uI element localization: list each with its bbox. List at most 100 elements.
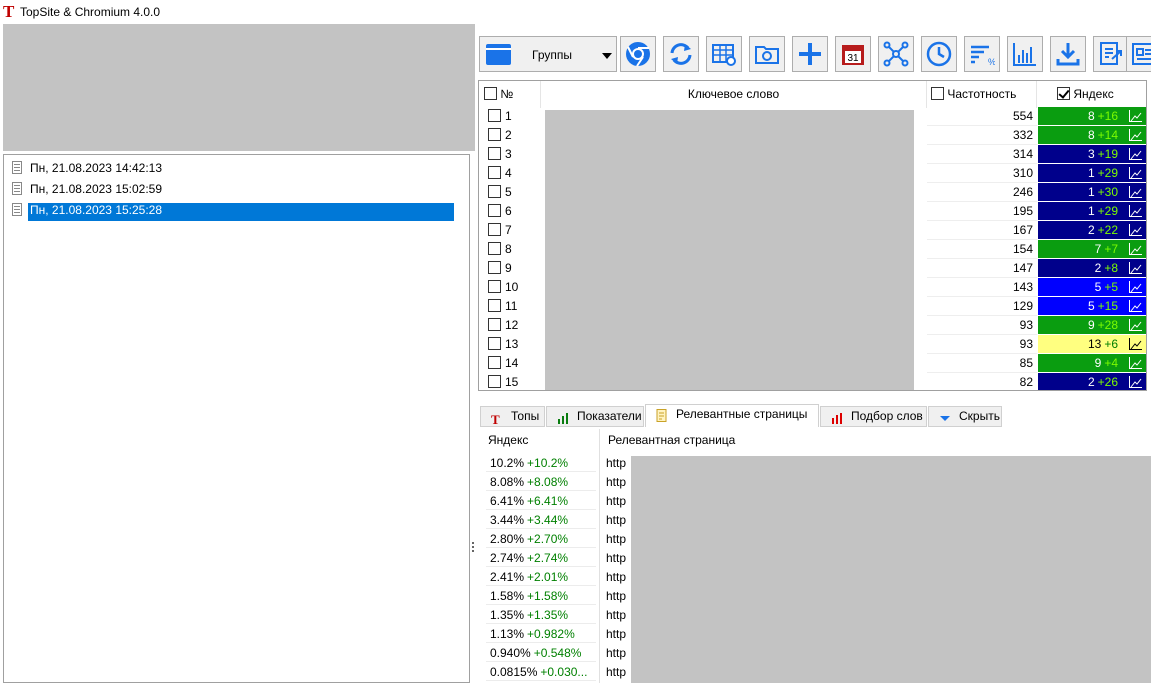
tab-2[interactable]: Показатели [546, 406, 644, 427]
row-yandex-position[interactable]: 13 +6 [1038, 335, 1146, 353]
groups-icon [486, 44, 511, 65]
row-frequency: 167 [927, 221, 1037, 240]
yandex-checkbox[interactable] [1057, 87, 1070, 101]
chart-button[interactable] [1007, 36, 1043, 72]
row-yandex-position[interactable]: 3 +19 [1038, 145, 1146, 163]
tab-1[interactable]: T Топы [480, 406, 545, 427]
row-number-label: 9 [505, 261, 512, 275]
layout-button[interactable] [1126, 36, 1151, 72]
keywords-table: № Ключевое слово Частотность Яндекс 1 554… [478, 80, 1147, 391]
tab-5[interactable]: Скрыть [928, 406, 1002, 427]
row-yandex-position[interactable]: 9 +4 [1038, 354, 1146, 372]
row-checkbox[interactable] [488, 109, 501, 123]
row-checkbox[interactable] [488, 242, 501, 256]
row-yandex-position[interactable]: 2 +22 [1038, 221, 1146, 239]
relevant-url[interactable]: http [606, 532, 626, 546]
relevant-url[interactable]: http [606, 646, 626, 660]
row-checkbox[interactable] [488, 337, 501, 351]
relevant-url[interactable]: http [606, 627, 626, 641]
relevance-delta: +1.35% [527, 608, 569, 622]
history-list[interactable]: Пн, 21.08.2023 14:42:13 Пн, 21.08.2023 15… [3, 154, 470, 683]
relevant-url[interactable]: http [606, 513, 626, 527]
trend-chart-icon[interactable] [1129, 300, 1142, 312]
row-checkbox[interactable] [488, 185, 501, 199]
row-checkbox[interactable] [488, 204, 501, 218]
trend-chart-icon[interactable] [1129, 281, 1142, 293]
folder-settings-button[interactable] [749, 36, 785, 72]
row-yandex-position[interactable]: 8 +16 [1038, 107, 1146, 125]
row-checkbox[interactable] [488, 166, 501, 180]
row-yandex-position[interactable]: 1 +29 [1038, 164, 1146, 182]
frequency-checkbox[interactable] [931, 87, 944, 101]
history-item[interactable]: Пн, 21.08.2023 15:25:28 [12, 201, 454, 221]
row-checkbox[interactable] [488, 280, 501, 294]
trend-chart-icon[interactable] [1129, 243, 1142, 255]
row-checkbox[interactable] [488, 147, 501, 161]
row-yandex-position[interactable]: 8 +14 [1038, 126, 1146, 144]
trend-chart-icon[interactable] [1129, 338, 1142, 350]
header-yandex[interactable]: Яндекс [1037, 81, 1146, 108]
relevant-url[interactable]: http [606, 589, 626, 603]
row-checkbox[interactable] [488, 261, 501, 275]
history-item-label: Пн, 21.08.2023 15:02:59 [30, 182, 163, 196]
row-checkbox[interactable] [488, 356, 501, 370]
relevant-url[interactable]: http [606, 665, 626, 679]
groups-dropdown[interactable]: Группы [479, 36, 617, 72]
relevant-url[interactable]: http [606, 570, 626, 584]
calendar-button[interactable]: 31 [835, 36, 871, 72]
relevant-url[interactable]: http [606, 494, 626, 508]
trend-chart-icon[interactable] [1129, 167, 1142, 179]
trend-chart-icon[interactable] [1129, 129, 1142, 141]
relevant-url[interactable]: http [606, 551, 626, 565]
history-item[interactable]: Пн, 21.08.2023 15:02:59 [12, 180, 452, 199]
row-checkbox[interactable] [488, 223, 501, 237]
header-num[interactable]: № [479, 81, 541, 108]
row-yandex-position[interactable]: 2 +8 [1038, 259, 1146, 277]
trend-chart-icon[interactable] [1129, 357, 1142, 369]
row-yandex-position[interactable]: 1 +29 [1038, 202, 1146, 220]
row-checkbox[interactable] [488, 318, 501, 332]
row-yandex-position[interactable]: 9 +28 [1038, 316, 1146, 334]
trend-chart-icon[interactable] [1129, 319, 1142, 331]
add-button[interactable] [792, 36, 828, 72]
row-checkbox[interactable] [488, 299, 501, 313]
trend-chart-icon[interactable] [1129, 186, 1142, 198]
history-item[interactable]: Пн, 21.08.2023 14:42:13 [12, 159, 452, 178]
trend-chart-icon[interactable] [1129, 376, 1142, 388]
trend-chart-icon[interactable] [1129, 262, 1142, 274]
row-yandex-position[interactable]: 1 +30 [1038, 183, 1146, 201]
chromium-button[interactable] [620, 36, 656, 72]
relevant-url[interactable]: http [606, 608, 626, 622]
splitter-handle[interactable] [471, 540, 475, 558]
row-number: 11 [484, 299, 517, 313]
header-keyword[interactable]: Ключевое слово [541, 81, 927, 108]
relevance-delta: +2.74% [527, 551, 569, 565]
row-yandex-position[interactable]: 2 +26 [1038, 373, 1146, 390]
trend-chart-icon[interactable] [1129, 224, 1142, 236]
row-checkbox[interactable] [488, 128, 501, 142]
trend-chart-icon[interactable] [1129, 110, 1142, 122]
col-relevant-page[interactable]: Релевантная страница [608, 433, 735, 447]
tab-3[interactable]: Релевантные страницы [645, 404, 819, 428]
row-number-label: 6 [505, 204, 512, 218]
tab-4[interactable]: Подбор слов [820, 406, 927, 427]
row-checkbox[interactable] [488, 375, 501, 389]
col-yandex[interactable]: Яндекс [488, 433, 528, 447]
network-button[interactable] [878, 36, 914, 72]
select-all-checkbox[interactable] [484, 87, 497, 101]
export-button[interactable] [1093, 36, 1129, 72]
refresh-button[interactable] [663, 36, 699, 72]
header-frequency[interactable]: Частотность [927, 81, 1037, 108]
row-number-label: 4 [505, 166, 512, 180]
row-yandex-position[interactable]: 5 +15 [1038, 297, 1146, 315]
clock-button[interactable] [921, 36, 957, 72]
download-button[interactable] [1050, 36, 1086, 72]
row-yandex-position[interactable]: 5 +5 [1038, 278, 1146, 296]
sort-percent-button[interactable]: % [964, 36, 1000, 72]
table-settings-button[interactable] [706, 36, 742, 72]
relevant-url[interactable]: http [606, 456, 626, 470]
trend-chart-icon[interactable] [1129, 205, 1142, 217]
row-yandex-position[interactable]: 7 +7 [1038, 240, 1146, 258]
trend-chart-icon[interactable] [1129, 148, 1142, 160]
relevant-url[interactable]: http [606, 475, 626, 489]
